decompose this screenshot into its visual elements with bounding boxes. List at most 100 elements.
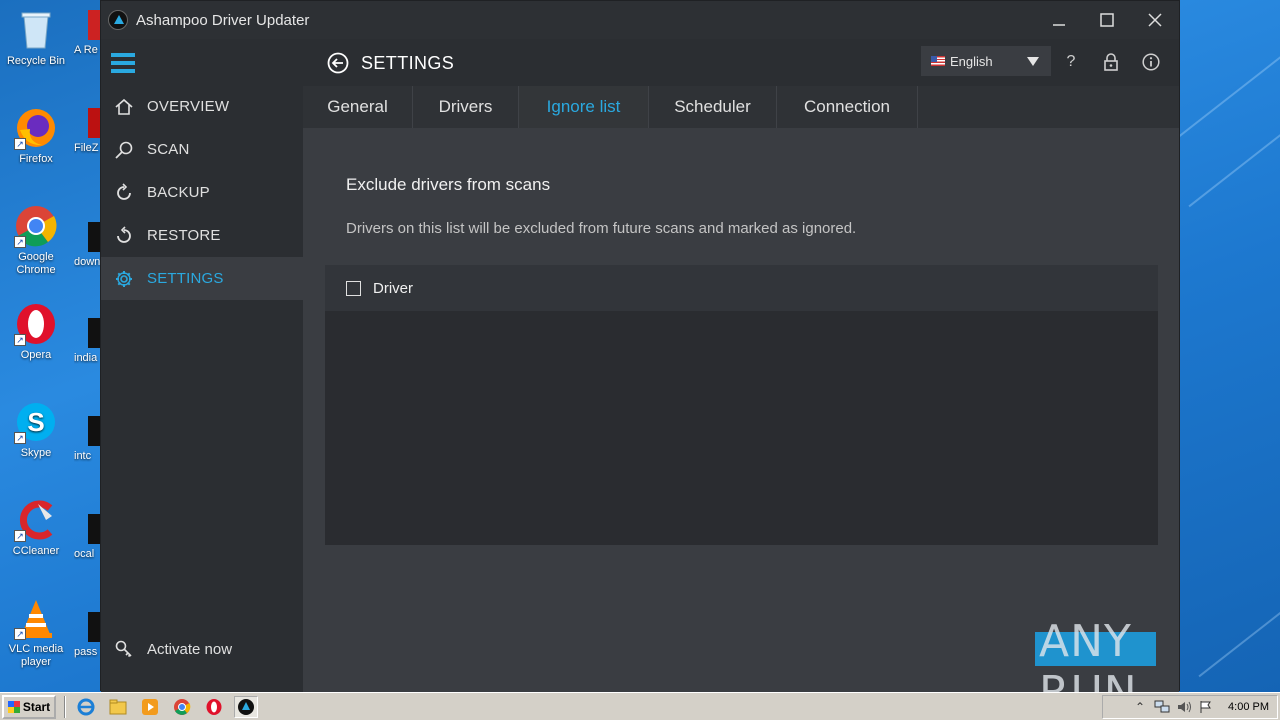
desktop-icon-opera[interactable]: ↗ Opera xyxy=(4,302,68,362)
us-flag-icon xyxy=(931,56,945,66)
magnifier-icon xyxy=(113,139,135,161)
taskbar: Start ⌃ 4:00 PM xyxy=(0,692,1280,720)
desktop-icon-vlc[interactable]: ↗ VLC media player xyxy=(4,596,68,669)
svg-text:S: S xyxy=(27,407,44,437)
show-hidden-icons-icon[interactable]: ⌃ xyxy=(1132,699,1148,715)
sidebar-item-restore[interactable]: RESTORE xyxy=(101,214,303,257)
table-body xyxy=(325,311,1158,545)
table-header: Driver xyxy=(325,265,1158,311)
desktop-icon-label: Opera xyxy=(20,349,52,361)
action-center-flag-icon[interactable] xyxy=(1198,699,1214,715)
info-icon xyxy=(1142,53,1160,71)
start-button[interactable]: Start xyxy=(2,694,56,719)
system-tray: ⌃ 4:00 PM xyxy=(1102,695,1278,719)
volume-icon[interactable] xyxy=(1176,699,1192,715)
internet-explorer-taskbar-icon[interactable] xyxy=(74,696,98,718)
lock-icon xyxy=(1104,53,1118,71)
opera-taskbar-icon[interactable] xyxy=(202,696,226,718)
section-title: Exclude drivers from scans xyxy=(346,175,551,194)
ignored-drivers-table: Driver xyxy=(325,265,1158,545)
language-value: English xyxy=(950,53,993,69)
sidebar-item-backup[interactable]: BACKUP xyxy=(101,171,303,214)
driver-updater-taskbar-icon[interactable] xyxy=(234,695,258,718)
hamburger-menu-icon[interactable] xyxy=(111,53,135,73)
page-title: SETTINGS xyxy=(361,53,455,73)
sidebar: OVERVIEW SCAN BACKUP RESTORE SETTINGS Ac… xyxy=(101,39,303,692)
tab-general[interactable]: General xyxy=(303,86,413,128)
maximize-button[interactable] xyxy=(1083,1,1131,39)
desktop: Recycle Bin ↗ Firefox ↗ Google Chrome ↗ … xyxy=(0,0,102,690)
page-header: SETTINGS English ? xyxy=(303,39,1179,86)
chrome-taskbar-icon[interactable] xyxy=(170,696,194,718)
desktop-icon-label: CCleaner xyxy=(12,545,60,557)
tab-drivers[interactable]: Drivers xyxy=(413,86,519,128)
ccleaner-icon: ↗ xyxy=(14,498,58,542)
firefox-icon: ↗ xyxy=(14,106,58,150)
lock-button[interactable] xyxy=(1101,52,1121,72)
help-button[interactable]: ? xyxy=(1061,52,1081,72)
minimize-icon xyxy=(1053,24,1065,26)
sidebar-item-label: OVERVIEW xyxy=(147,98,230,115)
app-logo-icon xyxy=(108,10,128,30)
desktop-icon-skype[interactable]: S ↗ Skype xyxy=(4,400,68,460)
window-controls xyxy=(1035,1,1179,39)
desktop-wallpaper-decor xyxy=(1180,0,1280,690)
section-description: Drivers on this list will be excluded fr… xyxy=(346,220,857,237)
activate-now-label: Activate now xyxy=(147,640,233,658)
activate-now-button[interactable]: Activate now xyxy=(113,638,232,660)
title-bar[interactable]: Ashampoo Driver Updater xyxy=(101,1,1179,39)
taskbar-clock[interactable]: 4:00 PM xyxy=(1228,701,1269,713)
sidebar-item-settings[interactable]: SETTINGS xyxy=(101,257,303,300)
tab-scheduler[interactable]: Scheduler xyxy=(649,86,777,128)
taskbar-separator xyxy=(64,695,66,718)
sidebar-item-label: SCAN xyxy=(147,141,190,158)
desktop-icon-recycle-bin[interactable]: Recycle Bin xyxy=(4,8,68,68)
windows-logo-icon xyxy=(7,700,20,713)
sidebar-item-label: RESTORE xyxy=(147,227,221,244)
back-arrow-icon xyxy=(327,52,349,74)
restore-icon xyxy=(113,225,135,247)
desktop-icon-label: VLC media player xyxy=(8,643,64,668)
start-label: Start xyxy=(22,699,51,714)
chrome-icon: ↗ xyxy=(14,204,58,248)
desktop-icon-chrome[interactable]: ↗ Google Chrome xyxy=(4,204,68,277)
gear-icon xyxy=(113,268,135,290)
network-icon[interactable] xyxy=(1154,699,1170,715)
sidebar-item-overview[interactable]: OVERVIEW xyxy=(101,85,303,128)
file-explorer-taskbar-icon[interactable] xyxy=(106,696,130,718)
vlc-icon: ↗ xyxy=(14,596,58,640)
media-player-taskbar-icon[interactable] xyxy=(138,696,162,718)
recycle-bin-icon xyxy=(14,8,58,52)
desktop-icon-label: Recycle Bin xyxy=(6,55,66,67)
column-header-driver: Driver xyxy=(373,279,413,297)
close-icon xyxy=(1148,13,1162,27)
home-icon xyxy=(113,96,135,118)
sidebar-item-label: SETTINGS xyxy=(147,270,224,287)
backup-icon xyxy=(113,182,135,204)
tab-ignore-list[interactable]: Ignore list xyxy=(519,86,649,128)
settings-tabs: General Drivers Ignore list Scheduler Co… xyxy=(303,86,1179,128)
window-title: Ashampoo Driver Updater xyxy=(136,11,310,29)
desktop-icon-firefox[interactable]: ↗ Firefox xyxy=(4,106,68,166)
tab-connection[interactable]: Connection xyxy=(777,86,918,128)
sidebar-item-scan[interactable]: SCAN xyxy=(101,128,303,171)
maximize-icon xyxy=(1100,13,1114,27)
skype-icon: S ↗ xyxy=(14,400,58,444)
desktop-icon-label: Firefox xyxy=(19,153,53,165)
minimize-button[interactable] xyxy=(1035,1,1083,39)
desktop-icon-ccleaner[interactable]: ↗ CCleaner xyxy=(4,498,68,558)
language-select[interactable]: English xyxy=(921,46,1051,76)
desktop-icon-label: Skype xyxy=(20,447,52,459)
app-window: Ashampoo Driver Updater OVERVIEW SCAN BA… xyxy=(100,0,1180,692)
info-button[interactable] xyxy=(1141,52,1161,72)
anyrun-watermark: ANY RUN xyxy=(1035,608,1235,718)
dropdown-caret-icon xyxy=(1027,57,1039,66)
select-all-checkbox[interactable] xyxy=(346,280,361,296)
sidebar-item-label: BACKUP xyxy=(147,184,210,201)
key-icon xyxy=(113,638,135,660)
close-button[interactable] xyxy=(1131,1,1179,39)
back-button[interactable] xyxy=(327,52,349,74)
help-icon: ? xyxy=(1066,53,1076,70)
desktop-icon-label: Google Chrome xyxy=(16,251,56,276)
opera-icon: ↗ xyxy=(14,302,58,346)
